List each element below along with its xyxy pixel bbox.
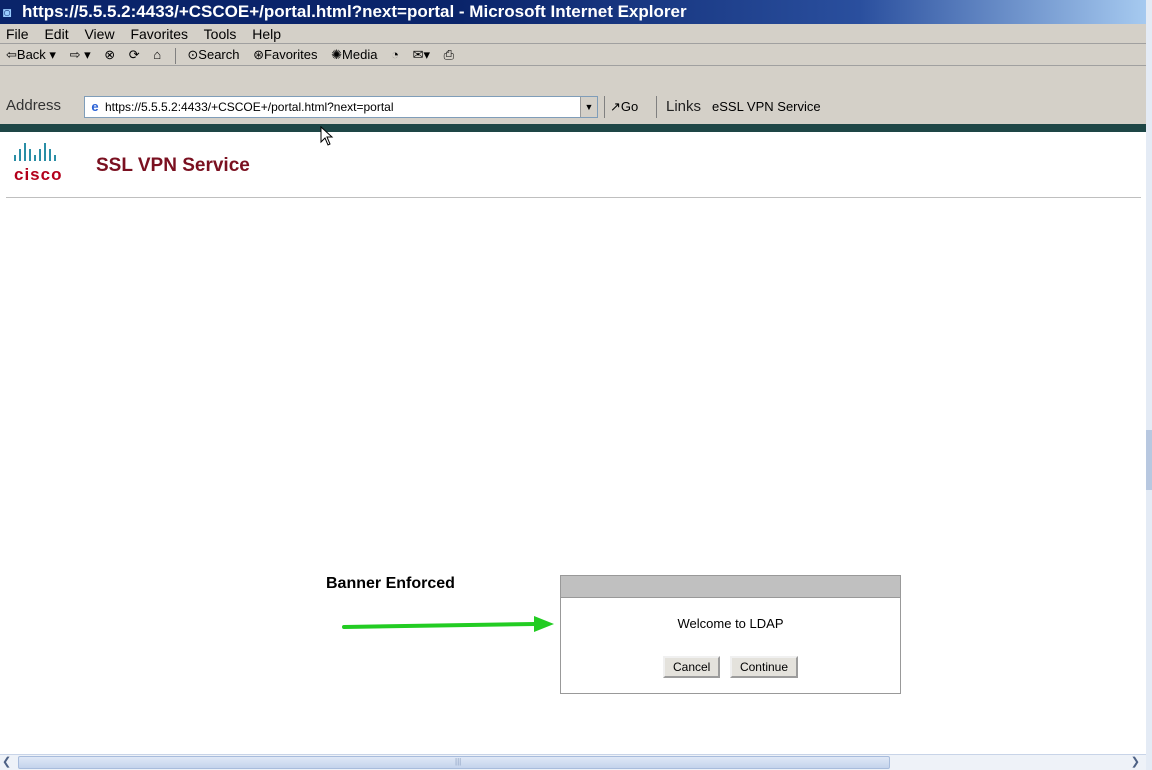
menu-view[interactable]: View	[84, 26, 114, 42]
continue-button[interactable]: Continue	[729, 656, 799, 678]
dialog-buttons: Cancel Continue	[561, 656, 900, 678]
back-button[interactable]: ⇦Back ▾	[6, 44, 56, 66]
address-url: https://5.5.5.2:4433/+CSCOE+/portal.html…	[105, 100, 394, 114]
media-icon: ✺	[331, 47, 343, 62]
links-separator	[656, 96, 657, 118]
horizontal-scrollbar[interactable]: ❮ ||| ❯	[0, 754, 1146, 770]
cisco-logo: cisco	[14, 143, 90, 191]
menu-help[interactable]: Help	[252, 26, 281, 42]
search-button[interactable]: ⊙Search	[187, 44, 239, 66]
search-icon: ⊙	[187, 47, 199, 62]
go-arrow-icon: ↗	[610, 99, 621, 114]
banner-dialog: Welcome to LDAP Cancel Continue	[560, 575, 901, 694]
window-title-bar: ◙ https://5.5.5.2:4433/+CSCOE+/portal.ht…	[0, 0, 1146, 24]
dialog-header	[561, 576, 900, 598]
media-button[interactable]: ✺Media	[331, 44, 377, 66]
vertical-scrollbar[interactable]	[1146, 0, 1152, 770]
scroll-right-icon[interactable]: ❯	[1131, 755, 1140, 770]
links-ssl-vpn-service[interactable]: eSSL VPN Service	[712, 97, 821, 117]
favorites-button[interactable]: ⊛Favorites	[253, 44, 317, 66]
home-icon[interactable]: ⌂	[153, 44, 161, 66]
menu-file[interactable]: File	[6, 26, 29, 42]
stop-icon[interactable]: ⊗	[104, 44, 115, 66]
links-label: Links	[666, 98, 702, 115]
cisco-logo-bars-icon	[14, 143, 90, 161]
address-bar: Address e https://5.5.5.2:4433/+CSCOE+/p…	[0, 66, 1146, 124]
banner-enforced-label: Banner Enforced	[326, 575, 455, 592]
address-label: Address	[6, 97, 62, 114]
go-button[interactable]: ↗Go	[610, 97, 638, 117]
mail-icon[interactable]: ✉▾	[413, 44, 430, 66]
header-divider	[6, 197, 1141, 198]
menu-favorites[interactable]: Favorites	[130, 26, 188, 42]
mouse-cursor-icon	[320, 126, 334, 146]
window-title: https://5.5.5.2:4433/+CSCOE+/portal.html…	[22, 2, 687, 21]
horizontal-scroll-thumb[interactable]	[18, 756, 890, 769]
forward-button[interactable]: ⇨ ▾	[70, 44, 91, 66]
scroll-grip-icon: |||	[455, 757, 462, 766]
address-dropdown-icon[interactable]: ▼	[580, 97, 597, 117]
star-icon: ⊛	[253, 47, 265, 62]
addressbar-separator	[604, 96, 605, 118]
green-arrow-icon	[342, 616, 554, 632]
page-title: SSL VPN Service	[96, 155, 250, 176]
standard-toolbar: ⇦Back ▾ ⇨ ▾ ⊗ ⟳ ⌂ ⊙Search ⊛Favorites ✺Me…	[0, 44, 1146, 66]
address-input[interactable]: e https://5.5.5.2:4433/+CSCOE+/portal.ht…	[84, 96, 598, 118]
toolbar-separator	[174, 47, 176, 64]
page-top-rule	[0, 124, 1146, 132]
ie-page-icon: ◙	[3, 4, 12, 20]
cisco-logo-text: cisco	[14, 165, 63, 184]
menu-bar: File Edit View Favorites Tools Help	[0, 24, 1146, 44]
menu-edit[interactable]: Edit	[44, 26, 68, 42]
dialog-message: Welcome to LDAP	[677, 616, 784, 631]
history-icon[interactable]: ◔	[391, 44, 399, 66]
print-icon[interactable]: ⎙	[444, 44, 454, 66]
ie-page-icon: e	[91, 99, 99, 114]
vertical-scroll-thumb[interactable]	[1146, 430, 1152, 490]
menu-tools[interactable]: Tools	[204, 26, 237, 42]
refresh-icon[interactable]: ⟳	[129, 44, 140, 66]
cancel-button[interactable]: Cancel	[662, 656, 721, 678]
scroll-left-icon[interactable]: ❮	[2, 755, 11, 770]
